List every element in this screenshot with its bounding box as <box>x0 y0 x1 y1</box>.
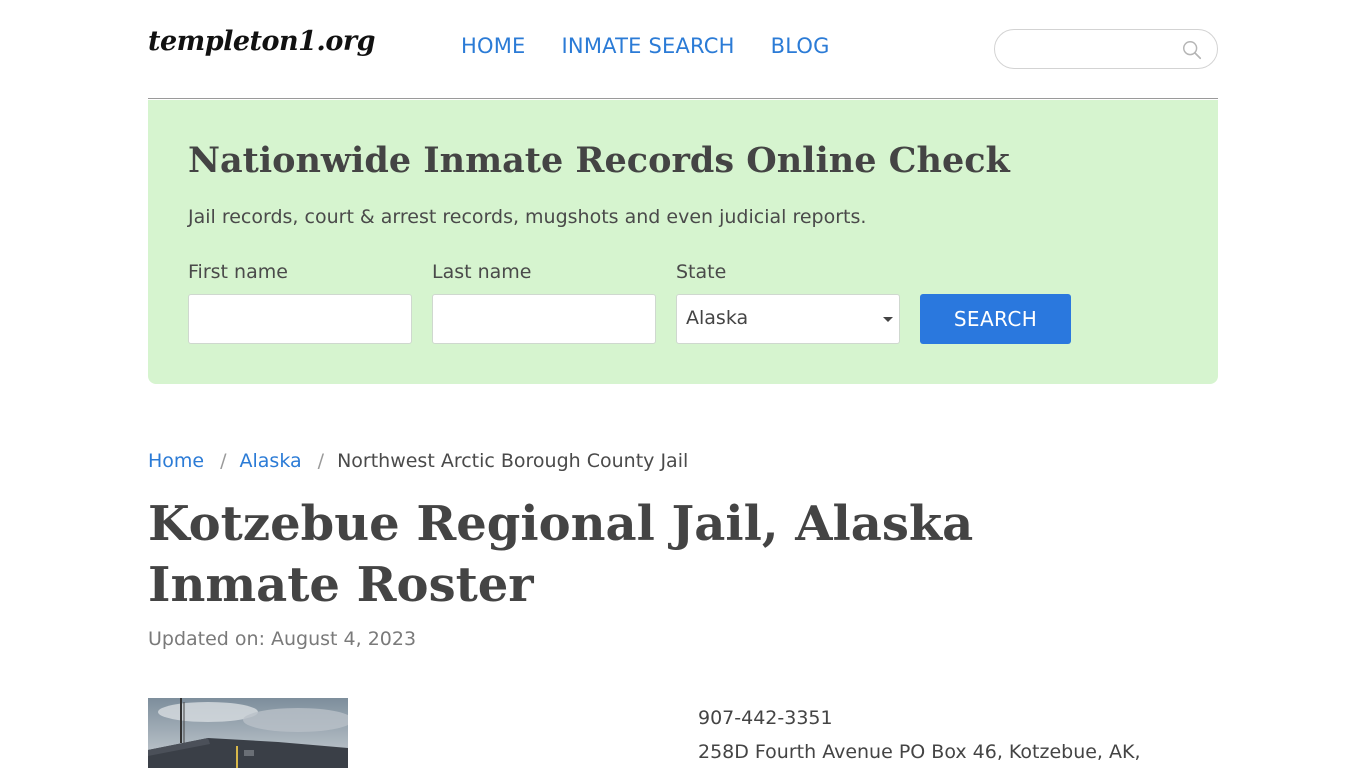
search-hero: Nationwide Inmate Records Online Check J… <box>148 100 1218 384</box>
caret-down-icon <box>883 317 893 322</box>
breadcrumb-separator: / <box>317 450 325 472</box>
nav-home[interactable]: HOME <box>461 34 526 58</box>
breadcrumb-alaska[interactable]: Alaska <box>240 450 302 472</box>
main-nav: HOME INMATE SEARCH BLOG <box>461 34 830 58</box>
jail-building-image <box>148 698 348 768</box>
breadcrumb-current: Northwest Arctic Borough County Jail <box>337 450 689 472</box>
page-title: Kotzebue Regional Jail, Alaska Inmate Ro… <box>148 496 974 613</box>
last-name-field <box>432 294 656 344</box>
breadcrumb-separator: / <box>220 450 227 472</box>
state-select[interactable]: Alaska <box>676 294 900 344</box>
contact-info: 907-442-3351 258D Fourth Avenue PO Box 4… <box>698 701 1141 769</box>
search-icon[interactable] <box>1181 39 1203 61</box>
nav-inmate-search[interactable]: INMATE SEARCH <box>562 34 735 58</box>
updated-date: Updated on: August 4, 2023 <box>148 628 417 650</box>
breadcrumb-home[interactable]: Home <box>148 450 204 472</box>
last-name-input[interactable] <box>433 295 655 343</box>
first-name-field <box>188 294 412 344</box>
nav-blog[interactable]: BLOG <box>771 34 830 58</box>
first-name-input[interactable] <box>189 295 411 343</box>
site-header: templeton1.org HOME INMATE SEARCH BLOG <box>148 0 1218 99</box>
header-search <box>994 29 1218 69</box>
first-name-label: First name <box>188 261 288 283</box>
search-button[interactable]: SEARCH <box>920 294 1071 344</box>
header-search-input[interactable] <box>1009 38 1169 60</box>
jail-photo <box>148 698 348 768</box>
site-logo[interactable]: templeton1.org <box>148 26 375 57</box>
last-name-label: Last name <box>432 261 532 283</box>
hero-title: Nationwide Inmate Records Online Check <box>188 140 1010 181</box>
state-label: State <box>676 261 727 283</box>
phone-number[interactable]: 907-442-3351 <box>698 701 1141 735</box>
state-select-value: Alaska <box>686 307 749 329</box>
breadcrumb: Home / Alaska / Northwest Arctic Borough… <box>148 450 688 472</box>
hero-subtitle: Jail records, court & arrest records, mu… <box>188 206 867 228</box>
address: 258D Fourth Avenue PO Box 46, Kotzebue, … <box>698 741 1141 763</box>
